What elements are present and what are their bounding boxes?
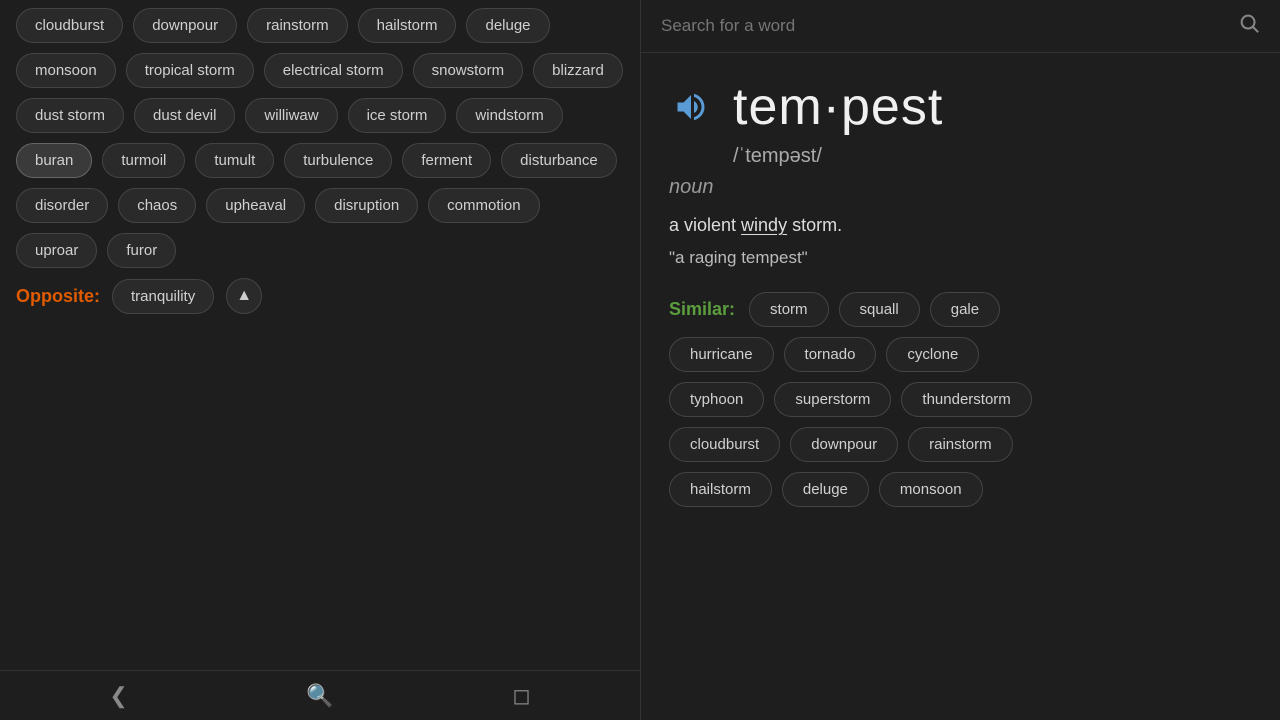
definition-link: windy	[741, 215, 787, 235]
word-header: tem·pest	[641, 53, 1280, 145]
similar-cyclone[interactable]: cyclone	[886, 337, 979, 372]
tag-rainstorm[interactable]: rainstorm	[247, 8, 348, 43]
similar-row-1: Similar: storm squall gale	[669, 292, 1252, 327]
tag-windstorm[interactable]: windstorm	[456, 98, 562, 133]
similar-row-3: typhoon superstorm thunderstorm	[669, 382, 1252, 417]
tag-dust-storm[interactable]: dust storm	[16, 98, 124, 133]
similar-downpour[interactable]: downpour	[790, 427, 898, 462]
part-of-speech: noun	[641, 172, 1280, 207]
similar-gale[interactable]: gale	[930, 292, 1000, 327]
similar-label: Similar:	[669, 299, 735, 320]
collapse-button[interactable]: ▲	[226, 278, 262, 314]
search-nav-icon[interactable]: 🔍	[306, 683, 333, 709]
top-tags: cloudburst downpour rainstorm hailstorm …	[16, 0, 624, 268]
similar-row-2: hurricane tornado cyclone	[669, 337, 1252, 372]
right-panel: tem·pest /ˈtempəst/ noun a violent windy…	[641, 0, 1280, 720]
tag-disruption[interactable]: disruption	[315, 188, 418, 223]
similar-section: Similar: storm squall gale hurricane tor…	[641, 284, 1280, 525]
similar-deluge[interactable]: deluge	[782, 472, 869, 507]
tag-turbulence[interactable]: turbulence	[284, 143, 392, 178]
back-icon[interactable]: ❮	[109, 683, 127, 709]
tag-chaos[interactable]: chaos	[118, 188, 196, 223]
tag-monsoon[interactable]: monsoon	[16, 53, 116, 88]
tag-cloudburst[interactable]: cloudburst	[16, 8, 123, 43]
tag-downpour[interactable]: downpour	[133, 8, 237, 43]
tag-disturbance[interactable]: disturbance	[501, 143, 617, 178]
phonetic: /ˈtempəst/	[641, 145, 1280, 172]
tag-ice-storm[interactable]: ice storm	[348, 98, 447, 133]
tag-tropical-storm[interactable]: tropical storm	[126, 53, 254, 88]
word-title: tem·pest	[733, 77, 943, 137]
tag-buran[interactable]: buran	[16, 143, 92, 178]
opposite-label: Opposite:	[16, 286, 100, 307]
search-icon[interactable]	[1238, 12, 1260, 40]
tag-williwaw[interactable]: williwaw	[245, 98, 337, 133]
tag-tranquility[interactable]: tranquility	[112, 279, 214, 314]
tag-ferment[interactable]: ferment	[402, 143, 491, 178]
definition-post: storm.	[787, 215, 842, 235]
similar-row-4: cloudburst downpour rainstorm	[669, 427, 1252, 462]
tag-upheaval[interactable]: upheaval	[206, 188, 305, 223]
opposite-row: Opposite: tranquility ▲	[16, 278, 624, 318]
tag-disorder[interactable]: disorder	[16, 188, 108, 223]
similar-thunderstorm[interactable]: thunderstorm	[901, 382, 1031, 417]
tag-hailstorm[interactable]: hailstorm	[358, 8, 457, 43]
search-input[interactable]	[661, 16, 1226, 36]
tag-blizzard[interactable]: blizzard	[533, 53, 623, 88]
definition: a violent windy storm.	[641, 207, 1280, 244]
share-icon[interactable]: ◻	[512, 683, 530, 709]
left-panel: cloudburst downpour rainstorm hailstorm …	[0, 0, 640, 720]
tag-turmoil[interactable]: turmoil	[102, 143, 185, 178]
speaker-button[interactable]	[669, 85, 713, 129]
similar-cloudburst[interactable]: cloudburst	[669, 427, 780, 462]
similar-typhoon[interactable]: typhoon	[669, 382, 764, 417]
tag-tumult[interactable]: tumult	[195, 143, 274, 178]
similar-storm[interactable]: storm	[749, 292, 829, 327]
similar-tornado[interactable]: tornado	[784, 337, 877, 372]
tag-furor[interactable]: furor	[107, 233, 176, 268]
bottom-nav: ❮ 🔍 ◻	[0, 670, 640, 720]
similar-monsoon[interactable]: monsoon	[879, 472, 983, 507]
tag-commotion[interactable]: commotion	[428, 188, 539, 223]
example: "a raging tempest"	[641, 244, 1280, 284]
similar-rainstorm[interactable]: rainstorm	[908, 427, 1013, 462]
similar-hailstorm[interactable]: hailstorm	[669, 472, 772, 507]
tag-dust-devil[interactable]: dust devil	[134, 98, 235, 133]
search-bar	[641, 0, 1280, 53]
similar-superstorm[interactable]: superstorm	[774, 382, 891, 417]
tag-electrical-storm[interactable]: electrical storm	[264, 53, 403, 88]
tag-uproar[interactable]: uproar	[16, 233, 97, 268]
tag-snowstorm[interactable]: snowstorm	[413, 53, 524, 88]
similar-hurricane[interactable]: hurricane	[669, 337, 774, 372]
tag-deluge[interactable]: deluge	[466, 8, 549, 43]
similar-squall[interactable]: squall	[839, 292, 920, 327]
chevron-up-icon: ▲	[236, 287, 252, 305]
similar-row-5: hailstorm deluge monsoon	[669, 472, 1252, 507]
definition-pre: a violent	[669, 215, 741, 235]
